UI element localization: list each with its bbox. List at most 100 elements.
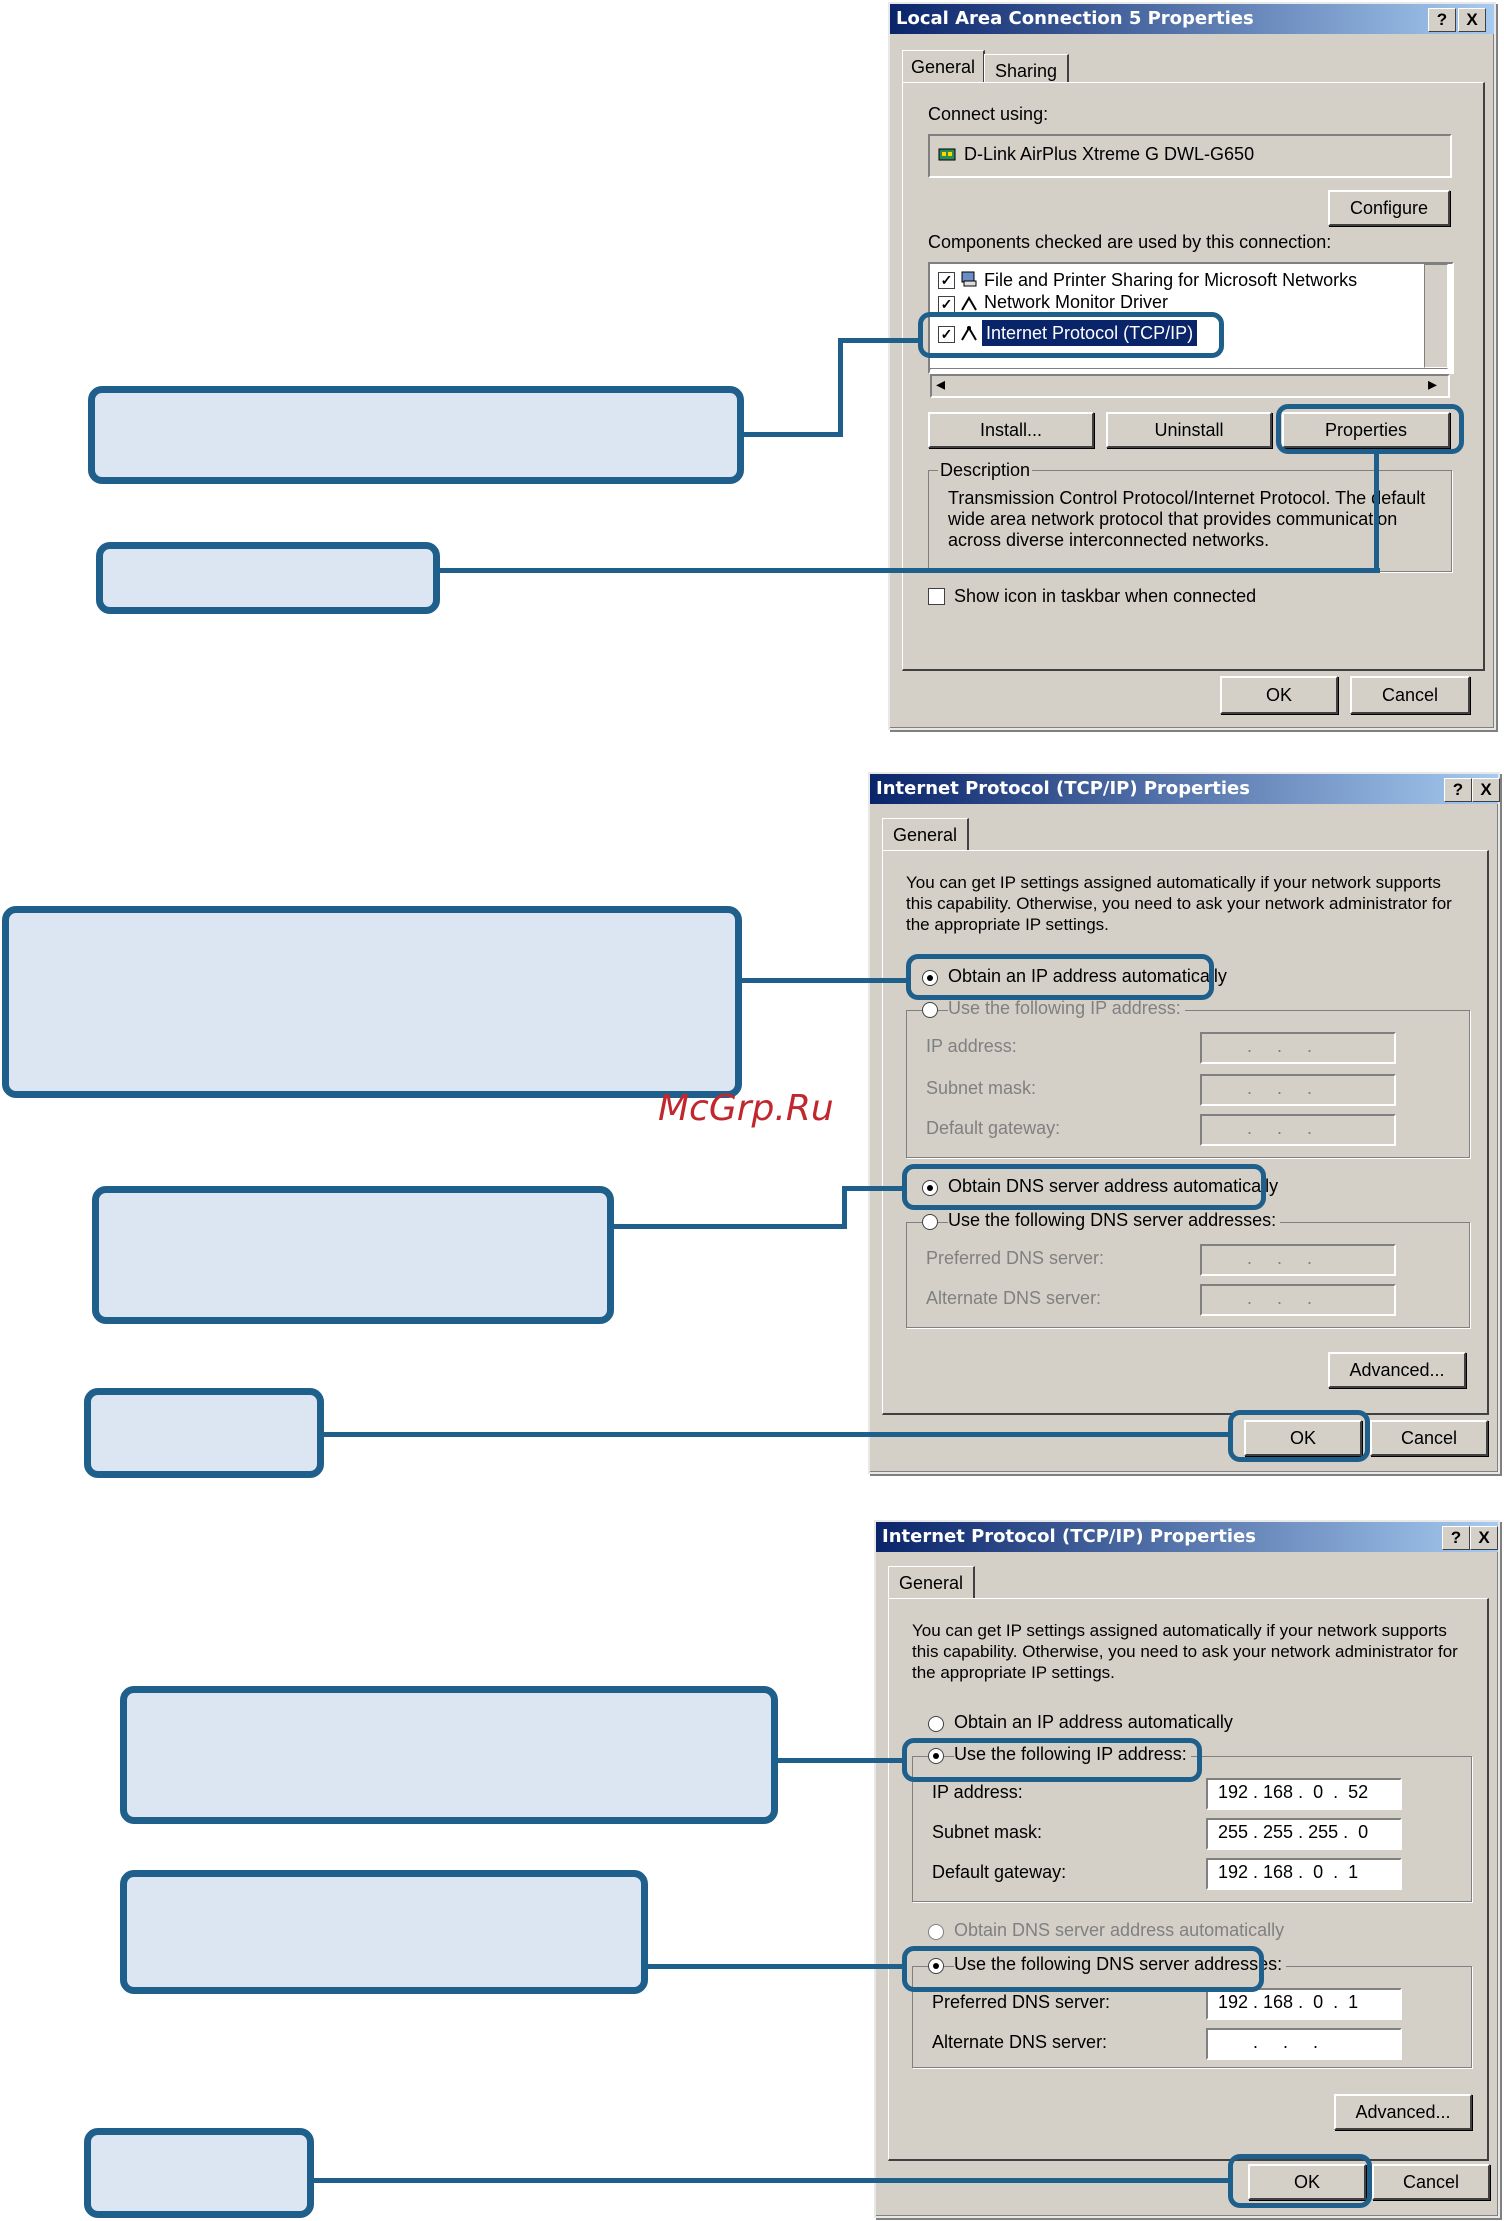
connector-line: [838, 338, 843, 437]
preferred-dns-field[interactable]: 192 . 168 . 0 . 1: [1206, 1988, 1402, 2020]
help-button[interactable]: ?: [1428, 8, 1456, 32]
component-checkbox[interactable]: ✓: [938, 296, 955, 313]
adapter-box: D-Link AirPlus Xtreme G DWL-G650: [928, 134, 1452, 178]
preferred-dns-field: . . .: [1200, 1244, 1396, 1276]
callout-box: [84, 1388, 324, 1478]
advanced-button[interactable]: Advanced...: [1328, 1352, 1466, 1388]
callout-box: [120, 1686, 778, 1824]
close-button[interactable]: X: [1470, 1526, 1498, 1550]
callout-box: [84, 2128, 314, 2218]
highlight-use-ip: [902, 1738, 1202, 1782]
obtain-dns-auto-label[interactable]: Obtain DNS server address automatically: [954, 1920, 1284, 1941]
gateway-label: Default gateway:: [926, 1118, 1061, 1138]
dialog-title: Internet Protocol (TCP/IP) Properties: [870, 774, 1498, 804]
obtain-ip-auto-radio[interactable]: [928, 1716, 944, 1732]
horizontal-scrollbar[interactable]: ◂ ▸: [930, 374, 1450, 398]
callout-box: [120, 1870, 648, 1994]
obtain-ip-auto-label[interactable]: Obtain an IP address automatically: [954, 1712, 1233, 1733]
network-monitor-icon: [961, 296, 977, 311]
connector-line: [738, 978, 908, 983]
subnet-label: Subnet mask:: [926, 1078, 1037, 1098]
tab-general[interactable]: General: [888, 1566, 975, 1599]
alternate-dns-value: . . .: [1242, 1288, 1318, 1308]
alternate-dns-label: Alternate DNS server:: [932, 2032, 1108, 2052]
list-scrollbar[interactable]: [1424, 264, 1448, 368]
component-item[interactable]: Network Monitor Driver: [984, 292, 1168, 310]
install-button[interactable]: Install...: [928, 412, 1094, 448]
help-button[interactable]: ?: [1442, 1526, 1470, 1550]
gateway-field: . . .: [1200, 1114, 1396, 1146]
scroll-right-icon[interactable]: ▸: [1428, 374, 1437, 395]
scroll-left-icon[interactable]: ◂: [936, 374, 945, 395]
alternate-dns-field: . . .: [1200, 1284, 1396, 1316]
connector-line: [842, 1186, 904, 1191]
alternate-dns-field[interactable]: . . .: [1206, 2028, 1402, 2060]
configure-button[interactable]: Configure: [1328, 190, 1450, 226]
gateway-label: Default gateway:: [932, 1862, 1067, 1882]
intro-text: You can get IP settings assigned automat…: [912, 1621, 1458, 1682]
highlight-obtain-ip: [906, 954, 1214, 1000]
show-icon-label: Show icon in taskbar when connected: [954, 586, 1257, 606]
callout-box: [88, 386, 744, 484]
ip-address-field[interactable]: 192 . 168 . 0 . 52: [1206, 1778, 1402, 1810]
description-label: Description: [938, 460, 1033, 481]
ok-button[interactable]: OK: [1220, 676, 1338, 714]
tab-sharing[interactable]: Sharing: [984, 54, 1069, 83]
show-icon-checkbox[interactable]: [928, 588, 945, 605]
use-following-ip-label[interactable]: Use the following IP address:: [948, 998, 1185, 1019]
list-hscrollbar[interactable]: [930, 368, 1448, 370]
advanced-button[interactable]: Advanced...: [1334, 2094, 1472, 2130]
alternate-dns-value: . . .: [1248, 2032, 1324, 2052]
use-following-dns-radio[interactable]: [922, 1214, 938, 1230]
subnet-value: . . .: [1242, 1078, 1318, 1098]
watermark: McGrp.Ru: [658, 1088, 834, 1129]
close-button[interactable]: X: [1472, 778, 1500, 802]
uninstall-button[interactable]: Uninstall: [1106, 412, 1272, 448]
cancel-button[interactable]: Cancel: [1372, 2164, 1490, 2200]
use-following-ip-radio[interactable]: [922, 1002, 938, 1018]
highlight-obtain-dns: [902, 1164, 1266, 1210]
preferred-dns-value: . . .: [1242, 1248, 1318, 1268]
close-button[interactable]: X: [1458, 8, 1486, 32]
component-item[interactable]: File and Printer Sharing for Microsoft N…: [984, 270, 1357, 291]
dialog-title: Local Area Connection 5 Properties: [890, 4, 1494, 34]
tab-general[interactable]: General: [902, 50, 985, 83]
cancel-button[interactable]: Cancel: [1370, 1420, 1488, 1456]
subnet-field[interactable]: 255 . 255 . 255 . 0: [1206, 1818, 1402, 1850]
subnet-field: . . .: [1200, 1074, 1396, 1106]
connector-line: [320, 1432, 1230, 1437]
ip-address-value: . . .: [1242, 1036, 1318, 1056]
connector-line: [1374, 452, 1379, 573]
tab-general[interactable]: General: [882, 818, 969, 851]
lan-properties-dialog: Local Area Connection 5 Properties ? X G…: [888, 2, 1496, 730]
alternate-dns-label: Alternate DNS server:: [926, 1288, 1102, 1308]
highlight-use-dns: [902, 1946, 1264, 1992]
ip-address-label: IP address:: [926, 1036, 1017, 1056]
connect-using-label: Connect using:: [928, 104, 1049, 124]
connector-line: [842, 1186, 847, 1229]
connector-line: [740, 432, 842, 437]
ip-address-field: . . .: [1200, 1032, 1396, 1064]
gateway-value: 192 . 168 . 0 . 1: [1218, 1862, 1359, 1882]
preferred-dns-value: 192 . 168 . 0 . 1: [1218, 1992, 1359, 2012]
highlight-ok: [1228, 1410, 1370, 1462]
cancel-button[interactable]: Cancel: [1350, 676, 1470, 714]
gateway-field[interactable]: 192 . 168 . 0 . 1: [1206, 1858, 1402, 1890]
callout-box: [92, 1186, 614, 1324]
ip-address-value: 192 . 168 . 0 . 52: [1218, 1782, 1369, 1802]
tcpip-properties-dialog-auto: Internet Protocol (TCP/IP) Properties ? …: [868, 772, 1500, 1474]
subnet-value: 255 . 255 . 255 . 0: [1218, 1822, 1369, 1842]
connector-line: [310, 2178, 1230, 2183]
preferred-dns-label: Preferred DNS server:: [926, 1248, 1105, 1268]
connector-line: [774, 1758, 904, 1763]
gateway-value: . . .: [1242, 1118, 1318, 1138]
highlight-tcpip: [918, 312, 1224, 358]
use-following-dns-label[interactable]: Use the following DNS server addresses:: [948, 1210, 1281, 1231]
highlight-properties: [1276, 404, 1464, 454]
obtain-dns-auto-radio[interactable]: [928, 1924, 944, 1940]
help-button[interactable]: ?: [1444, 778, 1472, 802]
callout-box: [96, 542, 440, 614]
subnet-label: Subnet mask:: [932, 1822, 1043, 1842]
component-checkbox[interactable]: ✓: [938, 272, 955, 289]
dialog-title: Internet Protocol (TCP/IP) Properties: [876, 1522, 1498, 1552]
